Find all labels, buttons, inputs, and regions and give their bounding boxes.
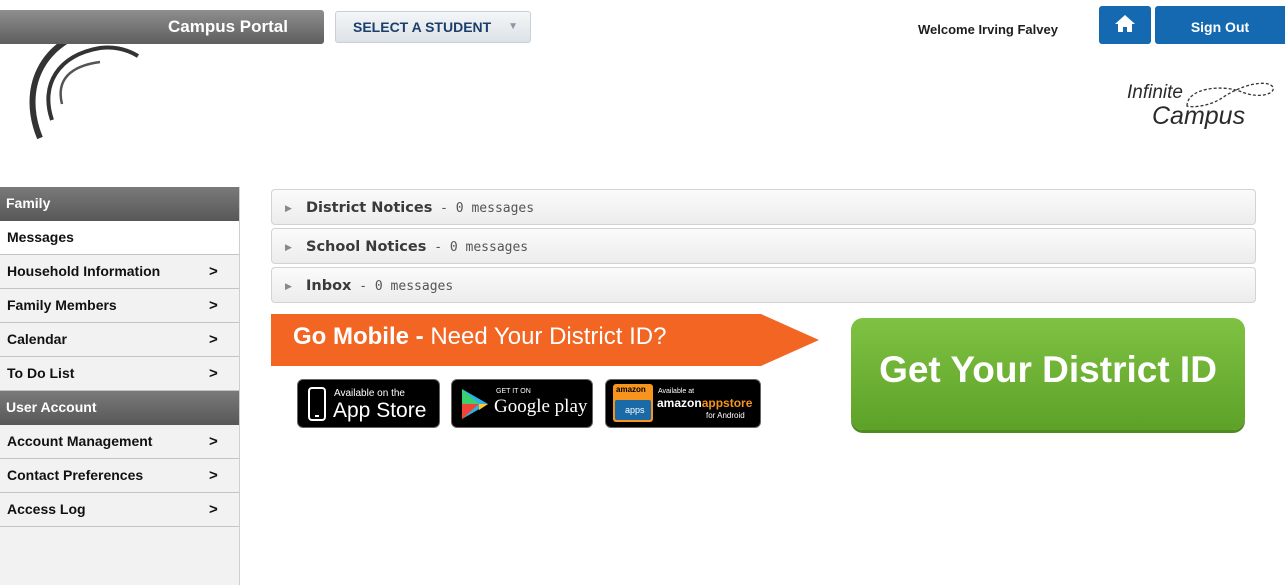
sidebar-item-label: To Do List <box>7 365 75 381</box>
home-icon <box>1115 15 1135 32</box>
sidebar-item-calendar[interactable]: Calendar > <box>0 323 239 357</box>
chevron-right-icon: > <box>209 467 218 484</box>
amazon-small-text: Available at <box>658 388 695 395</box>
panel-title: Inbox <box>306 278 352 294</box>
chevron-right-icon: > <box>209 297 218 314</box>
sidebar-section-family: Family <box>0 187 239 221</box>
message-count: - 0 messages <box>432 201 535 216</box>
district-notices-panel[interactable]: ▶ District Notices - 0 messages <box>271 189 1256 225</box>
sidebar-item-household-information[interactable]: Household Information > <box>0 255 239 289</box>
message-count: - 0 messages <box>351 279 454 294</box>
sidebar-item-account-management[interactable]: Account Management > <box>0 425 239 459</box>
sidebar-item-label: Access Log <box>7 501 86 517</box>
select-student-dropdown[interactable]: SELECT A STUDENT ▼ <box>335 11 531 43</box>
expand-triangle-icon: ▶ <box>285 203 292 213</box>
sidebar-item-label: Messages <box>7 229 74 245</box>
phone-icon <box>308 387 326 421</box>
expand-triangle-icon: ▶ <box>285 242 292 252</box>
sidebar-item-label: Calendar <box>7 331 67 347</box>
amazon-for-android-text: for Android <box>706 411 745 420</box>
school-notices-panel[interactable]: ▶ School Notices - 0 messages <box>271 228 1256 264</box>
app-store-badge[interactable]: Available on the App Store <box>297 379 440 428</box>
sign-out-button[interactable]: Sign Out <box>1155 6 1285 44</box>
chevron-right-icon: > <box>209 501 218 518</box>
infinite-campus-logo: Infinite Campus <box>1120 78 1280 150</box>
panel-title: School Notices <box>306 239 427 255</box>
amazon-big-text: amazon <box>657 396 702 410</box>
amazon-apps-text: apps <box>625 405 645 415</box>
google-play-badge[interactable]: GET IT ON Google play <box>451 379 593 428</box>
app-store-small-text: Available on the <box>334 388 405 399</box>
sidebar-section-user-account: User Account <box>0 391 239 425</box>
go-mobile-subtitle: Need Your District ID? <box>423 323 667 350</box>
sidebar-item-label: Account Management <box>7 433 153 449</box>
sidebar-item-family-members[interactable]: Family Members > <box>0 289 239 323</box>
message-count: - 0 messages <box>426 240 529 255</box>
amazon-appstore-badge[interactable]: amazon apps Available at amazonappstore … <box>605 379 761 428</box>
welcome-text: Welcome Irving Falvey <box>918 22 1058 37</box>
get-district-id-button[interactable]: Get Your District ID <box>851 318 1245 430</box>
chevron-down-icon: ▼ <box>508 21 518 32</box>
sidebar-item-label: Contact Preferences <box>7 467 144 483</box>
home-button[interactable] <box>1099 6 1151 44</box>
sidebar-item-label: Household Information <box>7 263 161 279</box>
sidebar-item-contact-preferences[interactable]: Contact Preferences > <box>0 459 239 493</box>
campus-portal-title: Campus Portal <box>0 10 324 44</box>
panel-title: District Notices <box>306 200 433 216</box>
chevron-right-icon: > <box>209 331 218 348</box>
sidebar-item-messages[interactable]: Messages <box>0 221 239 255</box>
chevron-right-icon: > <box>209 263 218 280</box>
select-student-label: SELECT A STUDENT <box>353 19 492 35</box>
google-play-icon <box>462 389 488 419</box>
expand-triangle-icon: ▶ <box>285 281 292 291</box>
go-mobile-title: Go Mobile - <box>293 323 424 350</box>
logo-text-infinite: Infinite <box>1127 82 1183 103</box>
inbox-panel[interactable]: ▶ Inbox - 0 messages <box>271 267 1256 303</box>
google-play-big-text: Google play <box>494 396 588 417</box>
amazon-apps-icon: amazon apps <box>613 384 653 422</box>
sidebar-item-access-log[interactable]: Access Log > <box>0 493 239 527</box>
appstore-big-text: appstore <box>701 396 753 410</box>
sidebar-item-label: Family Members <box>7 297 117 313</box>
infinity-swoosh-icon <box>1186 82 1274 108</box>
go-mobile-banner: Go Mobile - Need Your District ID? <box>271 314 821 366</box>
chevron-right-icon: > <box>209 365 218 382</box>
chevron-right-icon: > <box>209 433 218 450</box>
sidebar-nav: Family Messages Household Information > … <box>0 187 240 585</box>
sidebar-item-to-do-list[interactable]: To Do List > <box>0 357 239 391</box>
app-store-big-text: App Store <box>333 399 427 422</box>
google-play-small-text: GET IT ON <box>496 388 531 395</box>
amazon-logo-text: amazon <box>616 385 646 394</box>
